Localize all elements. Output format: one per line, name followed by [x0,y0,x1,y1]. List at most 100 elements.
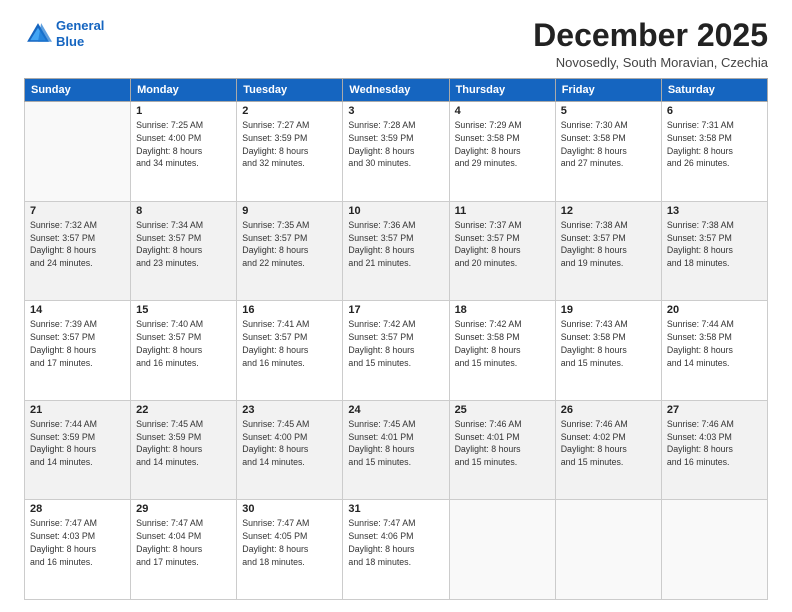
day-number: 3 [348,105,443,117]
day-number: 25 [455,404,550,416]
calendar-cell: 25 Sunrise: 7:46 AM Sunset: 4:01 PM Dayli… [449,400,555,500]
day-header-sunday: Sunday [25,79,131,102]
day-header-monday: Monday [131,79,237,102]
cell-content: Sunrise: 7:28 AM Sunset: 3:59 PM Dayligh… [348,119,443,170]
logo-line2: Blue [56,34,84,49]
calendar-cell: 21 Sunrise: 7:44 AM Sunset: 3:59 PM Dayli… [25,400,131,500]
calendar-week-row: 28 Sunrise: 7:47 AM Sunset: 4:03 PM Dayli… [25,500,768,600]
cell-content: Sunrise: 7:38 AM Sunset: 3:57 PM Dayligh… [667,219,762,270]
calendar-cell: 3 Sunrise: 7:28 AM Sunset: 3:59 PM Daylig… [343,102,449,202]
calendar-cell: 9Sunrise: 7:35 AM Sunset: 3:57 PM Daylig… [237,201,343,301]
calendar-cell: 11 Sunrise: 7:37 AM Sunset: 3:57 PM Dayli… [449,201,555,301]
day-number: 6 [667,105,762,117]
cell-content: Sunrise: 7:30 AM Sunset: 3:58 PM Dayligh… [561,119,656,170]
calendar-cell: 2 Sunrise: 7:27 AM Sunset: 3:59 PM Daylig… [237,102,343,202]
day-number: 12 [561,205,656,217]
calendar-cell: 23Sunrise: 7:45 AM Sunset: 4:00 PM Dayli… [237,400,343,500]
calendar-cell: 27Sunrise: 7:46 AM Sunset: 4:03 PM Dayli… [661,400,767,500]
calendar-cell: 29 Sunrise: 7:47 AM Sunset: 4:04 PM Dayli… [131,500,237,600]
calendar-cell: 14 Sunrise: 7:39 AM Sunset: 3:57 PM Dayli… [25,301,131,401]
day-number: 21 [30,404,125,416]
calendar-cell [449,500,555,600]
cell-content: Sunrise: 7:47 AM Sunset: 4:06 PM Dayligh… [348,517,443,568]
cell-content: Sunrise: 7:39 AM Sunset: 3:57 PM Dayligh… [30,318,125,369]
calendar-cell [661,500,767,600]
day-header-tuesday: Tuesday [237,79,343,102]
cell-content: Sunrise: 7:44 AM Sunset: 3:58 PM Dayligh… [667,318,762,369]
day-number: 9 [242,205,337,217]
day-number: 1 [136,105,231,117]
cell-content: Sunrise: 7:31 AM Sunset: 3:58 PM Dayligh… [667,119,762,170]
day-number: 10 [348,205,443,217]
cell-content: Sunrise: 7:38 AM Sunset: 3:57 PM Dayligh… [561,219,656,270]
cell-content: Sunrise: 7:47 AM Sunset: 4:04 PM Dayligh… [136,517,231,568]
cell-content: Sunrise: 7:34 AM Sunset: 3:57 PM Dayligh… [136,219,231,270]
day-header-saturday: Saturday [661,79,767,102]
calendar-cell: 15 Sunrise: 7:40 AM Sunset: 3:57 PM Dayli… [131,301,237,401]
cell-content: Sunrise: 7:47 AM Sunset: 4:05 PM Dayligh… [242,517,337,568]
logo-icon [24,20,52,48]
day-number: 15 [136,304,231,316]
cell-content: Sunrise: 7:41 AM Sunset: 3:57 PM Dayligh… [242,318,337,369]
calendar-cell: 5 Sunrise: 7:30 AM Sunset: 3:58 PM Daylig… [555,102,661,202]
calendar-cell: 1Sunrise: 7:25 AM Sunset: 4:00 PM Daylig… [131,102,237,202]
month-title: December 2025 [533,18,768,53]
day-number: 19 [561,304,656,316]
day-number: 13 [667,205,762,217]
day-number: 23 [242,404,337,416]
logo: General Blue [24,18,104,49]
day-number: 20 [667,304,762,316]
cell-content: Sunrise: 7:36 AM Sunset: 3:57 PM Dayligh… [348,219,443,270]
day-number: 30 [242,503,337,515]
day-number: 14 [30,304,125,316]
cell-content: Sunrise: 7:29 AM Sunset: 3:58 PM Dayligh… [455,119,550,170]
calendar-cell: 13 Sunrise: 7:38 AM Sunset: 3:57 PM Dayli… [661,201,767,301]
day-number: 28 [30,503,125,515]
calendar-cell: 24 Sunrise: 7:45 AM Sunset: 4:01 PM Dayli… [343,400,449,500]
calendar-cell: 8Sunrise: 7:34 AM Sunset: 3:57 PM Daylig… [131,201,237,301]
day-number: 26 [561,404,656,416]
calendar-cell [555,500,661,600]
day-number: 5 [561,105,656,117]
cell-content: Sunrise: 7:40 AM Sunset: 3:57 PM Dayligh… [136,318,231,369]
cell-content: Sunrise: 7:44 AM Sunset: 3:59 PM Dayligh… [30,418,125,469]
calendar-cell: 17 Sunrise: 7:42 AM Sunset: 3:57 PM Dayli… [343,301,449,401]
cell-content: Sunrise: 7:46 AM Sunset: 4:01 PM Dayligh… [455,418,550,469]
cell-content: Sunrise: 7:42 AM Sunset: 3:57 PM Dayligh… [348,318,443,369]
day-number: 24 [348,404,443,416]
calendar-cell: 26 Sunrise: 7:46 AM Sunset: 4:02 PM Dayli… [555,400,661,500]
calendar-cell: 28 Sunrise: 7:47 AM Sunset: 4:03 PM Dayli… [25,500,131,600]
header: General Blue December 2025 Novosedly, So… [24,18,768,70]
calendar-cell: 4 Sunrise: 7:29 AM Sunset: 3:58 PM Daylig… [449,102,555,202]
day-header-friday: Friday [555,79,661,102]
calendar-table: SundayMondayTuesdayWednesdayThursdayFrid… [24,78,768,600]
calendar-cell: 12 Sunrise: 7:38 AM Sunset: 3:57 PM Dayli… [555,201,661,301]
day-number: 27 [667,404,762,416]
day-number: 22 [136,404,231,416]
calendar-cell: 18Sunrise: 7:42 AM Sunset: 3:58 PM Dayli… [449,301,555,401]
day-number: 11 [455,205,550,217]
day-number: 16 [242,304,337,316]
cell-content: Sunrise: 7:42 AM Sunset: 3:58 PM Dayligh… [455,318,550,369]
calendar-header-row: SundayMondayTuesdayWednesdayThursdayFrid… [25,79,768,102]
location: Novosedly, South Moravian, Czechia [533,55,768,70]
day-number: 4 [455,105,550,117]
calendar-cell: 6 Sunrise: 7:31 AM Sunset: 3:58 PM Daylig… [661,102,767,202]
day-number: 2 [242,105,337,117]
logo-line1: General [56,18,104,33]
calendar-cell: 22Sunrise: 7:45 AM Sunset: 3:59 PM Dayli… [131,400,237,500]
cell-content: Sunrise: 7:47 AM Sunset: 4:03 PM Dayligh… [30,517,125,568]
cell-content: Sunrise: 7:37 AM Sunset: 3:57 PM Dayligh… [455,219,550,270]
day-number: 17 [348,304,443,316]
calendar-week-row: 21 Sunrise: 7:44 AM Sunset: 3:59 PM Dayli… [25,400,768,500]
calendar-week-row: 7Sunrise: 7:32 AM Sunset: 3:57 PM Daylig… [25,201,768,301]
calendar-cell: 19 Sunrise: 7:43 AM Sunset: 3:58 PM Dayli… [555,301,661,401]
day-number: 29 [136,503,231,515]
cell-content: Sunrise: 7:46 AM Sunset: 4:02 PM Dayligh… [561,418,656,469]
calendar-cell: 31Sunrise: 7:47 AM Sunset: 4:06 PM Dayli… [343,500,449,600]
cell-content: Sunrise: 7:27 AM Sunset: 3:59 PM Dayligh… [242,119,337,170]
cell-content: Sunrise: 7:43 AM Sunset: 3:58 PM Dayligh… [561,318,656,369]
cell-content: Sunrise: 7:45 AM Sunset: 4:01 PM Dayligh… [348,418,443,469]
cell-content: Sunrise: 7:32 AM Sunset: 3:57 PM Dayligh… [30,219,125,270]
calendar-cell: 10 Sunrise: 7:36 AM Sunset: 3:57 PM Dayli… [343,201,449,301]
